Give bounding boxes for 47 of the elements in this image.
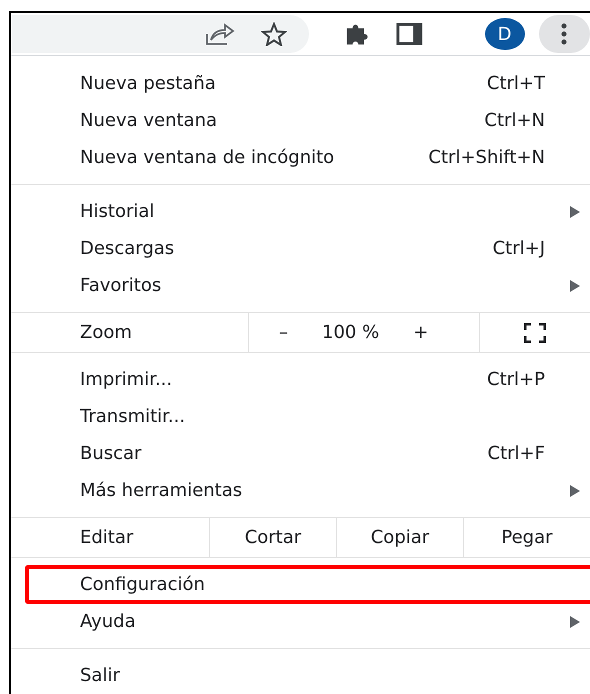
menu-item[interactable]: Ayuda xyxy=(11,603,590,640)
menu-item-label: Imprimir... xyxy=(80,369,174,390)
menu-item-label: Buscar xyxy=(80,443,142,464)
menu-item[interactable]: Nueva pestaña Ctrl+T xyxy=(11,65,590,102)
menu-item-label: Descargas xyxy=(80,238,176,259)
menu-item[interactable]: Buscar Ctrl+F xyxy=(11,435,590,472)
zoom-out-button[interactable]: – xyxy=(271,322,296,343)
menu-item-label: Ayuda xyxy=(80,611,137,632)
zoom-label: Zoom xyxy=(79,322,133,343)
shortcut-text: Ctrl+Shift+N xyxy=(427,147,546,168)
menu-item[interactable]: Más herramientas xyxy=(11,472,590,509)
menu-item-label: Más herramientas xyxy=(80,480,244,501)
side-panel-icon[interactable] xyxy=(396,22,423,46)
menu-icon[interactable] xyxy=(538,15,590,53)
shortcut-text: Ctrl+N xyxy=(483,110,546,131)
address-bar[interactable] xyxy=(11,15,310,53)
menu-item[interactable]: Nueva ventana Ctrl+N xyxy=(11,102,590,139)
menu-item[interactable]: Nueva ventana de incógnito Ctrl+Shift+N xyxy=(11,139,590,176)
menu-item-label: Salir xyxy=(80,665,121,686)
zoom-value: 100 % xyxy=(322,322,380,343)
menu-item[interactable]: Configuración xyxy=(11,566,590,603)
shortcut-text: Ctrl+P xyxy=(486,369,546,390)
menu-item[interactable]: Historial xyxy=(11,193,590,230)
menu-item-label: Configuración xyxy=(80,574,206,595)
shortcut-text: Ctrl+T xyxy=(486,73,546,94)
menu-item[interactable]: Transmitir... xyxy=(11,398,590,435)
menu-item[interactable]: Imprimir... Ctrl+P xyxy=(11,361,590,398)
zoom-in-button[interactable]: + xyxy=(405,322,436,343)
profile-avatar[interactable]: D xyxy=(484,18,525,50)
menu-item[interactable]: Descargas Ctrl+J xyxy=(11,230,590,267)
menu-item-label: Historial xyxy=(80,201,156,222)
menu-item[interactable]: Favoritos xyxy=(11,267,590,304)
shortcut-text: Ctrl+F xyxy=(486,443,546,464)
edit-action-button[interactable]: Cortar xyxy=(244,527,302,548)
share-icon[interactable] xyxy=(205,22,236,46)
edit-action-button[interactable]: Copiar xyxy=(370,527,430,548)
menu-item-label: Nueva pestaña xyxy=(80,73,217,94)
shortcut-text: Ctrl+J xyxy=(492,238,546,259)
menu-item-label: Transmitir... xyxy=(80,406,186,427)
edit-action-button[interactable]: Pegar xyxy=(501,527,553,548)
menu-item-label: Nueva ventana de incógnito xyxy=(80,147,336,168)
star-icon[interactable] xyxy=(261,22,288,46)
menu-item-label: Favoritos xyxy=(80,275,162,296)
menu-item[interactable]: Salir xyxy=(11,657,590,694)
menu-item-label: Nueva ventana xyxy=(80,110,218,131)
edit-label: Editar xyxy=(79,527,134,548)
fullscreen-icon[interactable] xyxy=(524,322,546,342)
